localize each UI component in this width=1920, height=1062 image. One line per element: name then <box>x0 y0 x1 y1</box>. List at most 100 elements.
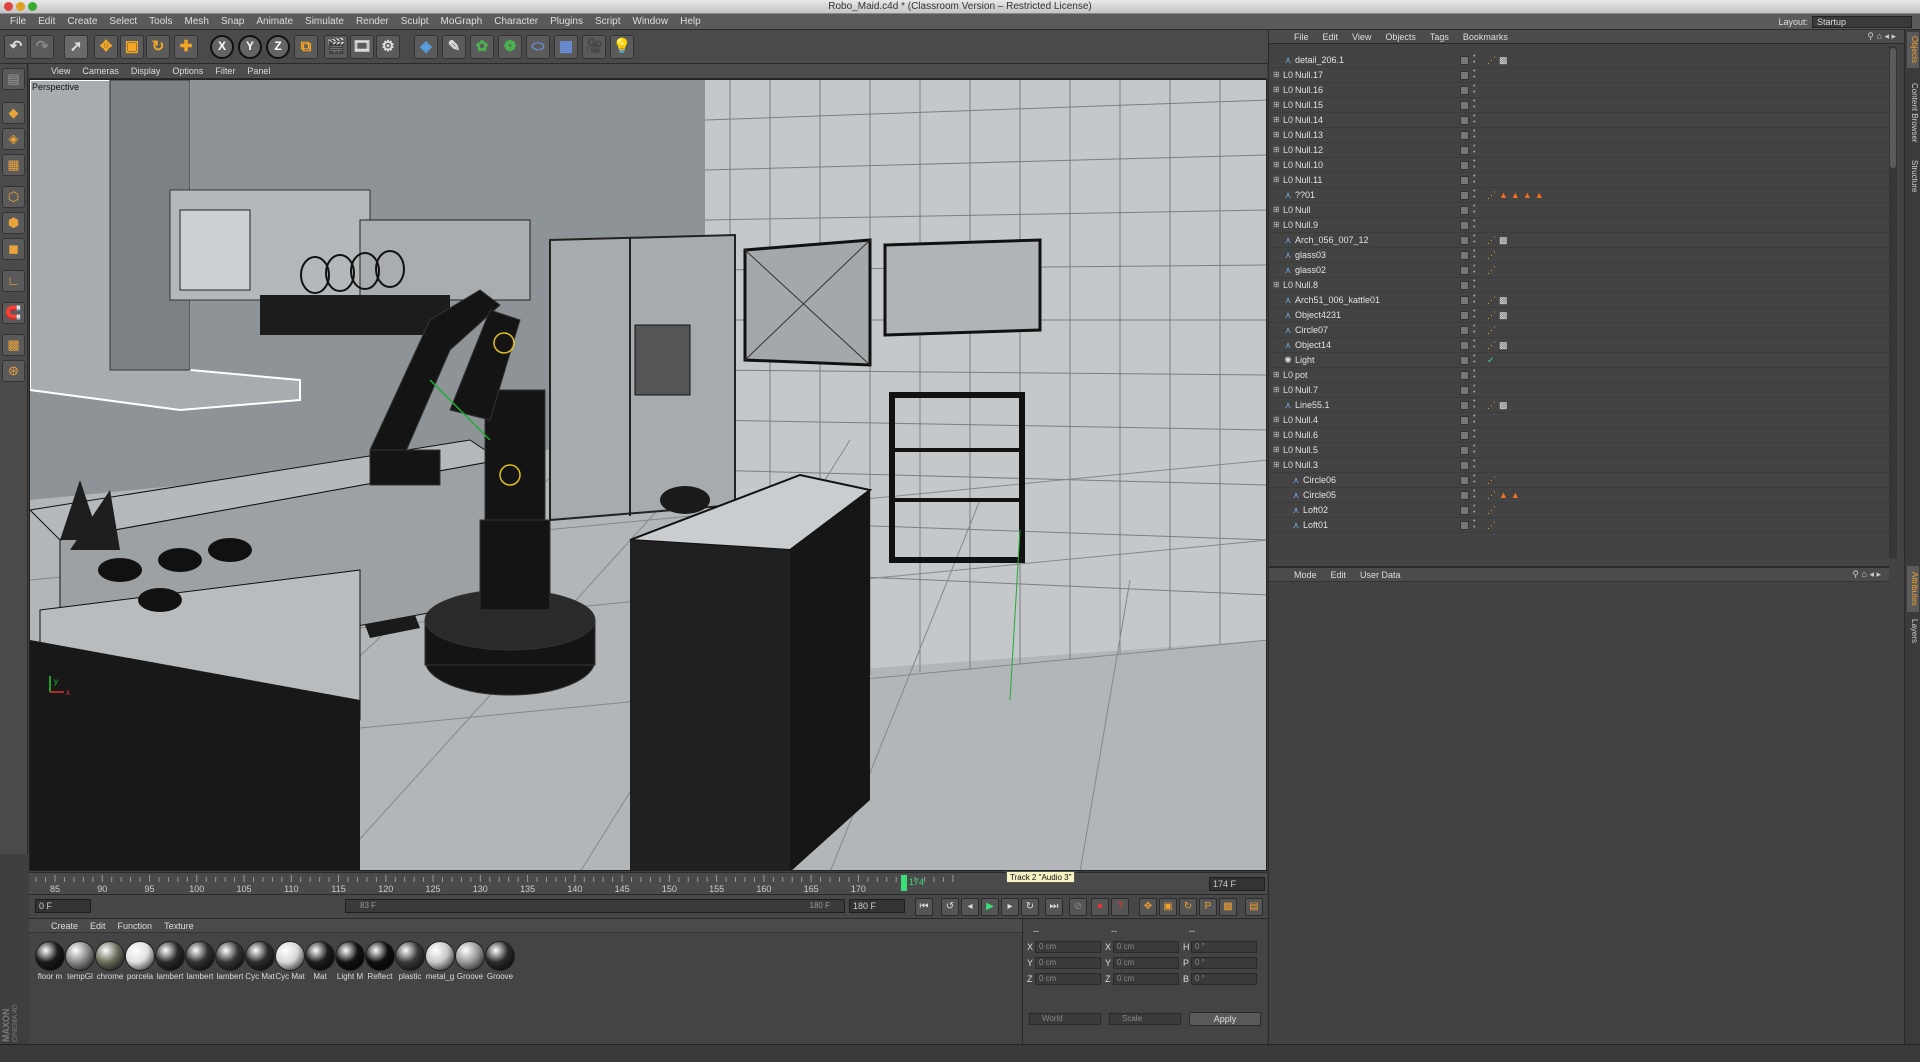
material-tag-icon[interactable]: ▩ <box>1499 235 1508 245</box>
material-swatch[interactable]: metal_g <box>423 941 457 981</box>
object-row[interactable]: ⊞ L0 Null.10 • • <box>1269 158 1889 173</box>
material-menu-function[interactable]: Function <box>112 921 159 931</box>
material-swatch[interactable]: lambert <box>153 941 187 981</box>
layer-toggle-icon[interactable] <box>1460 416 1469 425</box>
material-swatch[interactable]: Light M <box>333 941 367 981</box>
object-row[interactable]: ⊞ L0 Null.12 • • <box>1269 143 1889 158</box>
phong-tag-icon[interactable]: ⋰ <box>1487 310 1496 320</box>
object-name[interactable]: Object14 <box>1295 340 1331 350</box>
coord-field[interactable]: 0 cm <box>1035 941 1101 953</box>
material-tag-icon[interactable]: ▩ <box>1499 295 1508 305</box>
material-tag-icon[interactable]: ▩ <box>1499 340 1508 350</box>
material-swatch[interactable]: floor m <box>33 941 67 981</box>
expand-icon[interactable]: ⊞ <box>1273 281 1281 289</box>
visibility-dots-icon[interactable]: • • <box>1473 98 1475 111</box>
visibility-dots-icon[interactable]: • • <box>1473 233 1475 246</box>
object-row[interactable]: ⊞ L0 Null.13 • • <box>1269 128 1889 143</box>
current-frame-field[interactable]: 174 F <box>1209 877 1265 891</box>
object-row[interactable]: ⋏ glass02 • • ⋰ <box>1269 263 1889 278</box>
object-row[interactable]: ⊞ L0 Null.3 • • <box>1269 458 1889 473</box>
menu-mesh[interactable]: Mesh <box>179 16 215 27</box>
object-row[interactable]: ⋏ glass03 • • ⋰ <box>1269 248 1889 263</box>
layer-toggle-icon[interactable] <box>1460 86 1469 95</box>
objects-menu-tags[interactable]: Tags <box>1423 32 1456 42</box>
layer-toggle-icon[interactable] <box>1460 281 1469 290</box>
polygons-mode-icon[interactable]: ◼ <box>2 238 25 260</box>
uvw-tag-icon[interactable]: ▲ <box>1511 490 1520 500</box>
expand-icon[interactable] <box>1273 191 1281 199</box>
visibility-dots-icon[interactable]: • • <box>1473 473 1475 486</box>
object-name[interactable]: ??01 <box>1295 190 1315 200</box>
viewport-menu-options[interactable]: Options <box>166 66 209 76</box>
expand-icon[interactable] <box>1273 266 1281 274</box>
object-row[interactable]: ⋏ ??01 • • ⋰ ▲ ▲ ▲ ▲ <box>1269 188 1889 203</box>
uvw-tag-icon[interactable]: ▲ <box>1511 190 1520 200</box>
play-icon[interactable]: ▶ <box>981 898 999 916</box>
menu-render[interactable]: Render <box>350 16 395 27</box>
object-name[interactable]: Arch51_006_kattle01 <box>1295 295 1380 305</box>
layer-toggle-icon[interactable] <box>1460 521 1469 530</box>
object-row[interactable]: ⊞ L0 Null • • <box>1269 203 1889 218</box>
expand-icon[interactable] <box>1273 476 1281 484</box>
material-menu-edit[interactable]: Edit <box>84 921 112 931</box>
objects-menu-objects[interactable]: Objects <box>1378 32 1423 42</box>
visibility-dots-icon[interactable]: • • <box>1473 68 1475 81</box>
menu-help[interactable]: Help <box>674 16 707 27</box>
layer-toggle-icon[interactable] <box>1460 476 1469 485</box>
object-list-scrollbar[interactable] <box>1889 46 1897 558</box>
visibility-dots-icon[interactable]: • • <box>1473 368 1475 381</box>
move-tool-icon[interactable]: ✥ <box>94 35 118 59</box>
make-editable-icon[interactable]: ▤ <box>2 68 25 90</box>
timeline-ruler[interactable]: 85 90 95 100 105 110 115 120 125 130 135 140 145 150 1… <box>29 872 1267 894</box>
object-name[interactable]: Loft01 <box>1303 520 1328 530</box>
end-frame-field[interactable]: 180 F <box>849 899 905 913</box>
layer-toggle-icon[interactable] <box>1460 191 1469 200</box>
object-name[interactable]: Loft02 <box>1303 505 1328 515</box>
material-swatch[interactable]: Cyc Mat <box>243 941 277 981</box>
expand-icon[interactable] <box>1273 341 1281 349</box>
object-row[interactable]: ⊞ L0 Null.7 • • <box>1269 383 1889 398</box>
material-swatch[interactable]: Reflect <box>363 941 397 981</box>
layer-toggle-icon[interactable] <box>1460 71 1469 80</box>
phong-tag-icon[interactable]: ⋰ <box>1487 520 1496 530</box>
next-frame-icon[interactable]: ▸ <box>1001 898 1019 916</box>
coord-field[interactable]: 0 cm <box>1035 973 1101 985</box>
expand-icon[interactable] <box>1273 521 1281 529</box>
redo-icon[interactable]: ↷ <box>30 35 54 59</box>
visibility-dots-icon[interactable]: • • <box>1473 353 1475 366</box>
y-axis-icon[interactable]: Y <box>238 35 262 59</box>
preview-range-slider[interactable]: 83 F 180 F <box>345 899 845 913</box>
coord-field[interactable]: 0 cm <box>1035 957 1101 969</box>
object-name[interactable]: Null.11 <box>1295 175 1322 185</box>
visibility-dots-icon[interactable]: • • <box>1473 383 1475 396</box>
object-name[interactable]: Null.3 <box>1295 460 1318 470</box>
visibility-dots-icon[interactable]: • • <box>1473 443 1475 456</box>
material-swatch[interactable]: Groove <box>483 941 517 981</box>
perspective-viewport[interactable]: y x Perspective ✥ ⇩ ⟲ ▭ <box>29 79 1267 871</box>
object-row[interactable]: ⊞ L0 pot • • <box>1269 368 1889 383</box>
go-to-start-icon[interactable]: ⏮ <box>915 898 933 916</box>
object-row[interactable]: ⊞ L0 Null.16 • • <box>1269 83 1889 98</box>
object-name[interactable]: Null.9 <box>1295 220 1318 230</box>
expand-icon[interactable]: ⊞ <box>1273 386 1281 394</box>
record-active-icon[interactable]: ⏺ <box>1091 898 1109 916</box>
visibility-dots-icon[interactable]: • • <box>1473 323 1475 336</box>
material-tag-icon[interactable]: ▩ <box>1499 310 1508 320</box>
layer-toggle-icon[interactable] <box>1460 251 1469 260</box>
playhead-marker[interactable] <box>901 875 907 891</box>
timeline-window-icon[interactable]: ▤ <box>1245 898 1263 916</box>
expand-icon[interactable] <box>1273 251 1281 259</box>
expand-icon[interactable]: ⊞ <box>1273 416 1281 424</box>
visibility-dots-icon[interactable]: • • <box>1473 188 1475 201</box>
object-name[interactable]: Null.12 <box>1295 145 1323 155</box>
object-row[interactable]: ⋏ Circle07 • • ⋰ <box>1269 323 1889 338</box>
viewport-menu-view[interactable]: View <box>45 66 76 76</box>
layer-toggle-icon[interactable] <box>1460 311 1469 320</box>
expand-icon[interactable]: ⊞ <box>1273 146 1281 154</box>
object-name[interactable]: Circle07 <box>1295 325 1328 335</box>
object-name[interactable]: Null.6 <box>1295 430 1318 440</box>
object-row[interactable]: ⊞ L0 Null.9 • • <box>1269 218 1889 233</box>
object-row[interactable]: ⋏ Loft02 • • ⋰ <box>1269 503 1889 518</box>
object-row[interactable]: ⋏ Arch_056_007_12 • • ⋰ ▩ <box>1269 233 1889 248</box>
x-axis-icon[interactable]: X <box>210 35 234 59</box>
